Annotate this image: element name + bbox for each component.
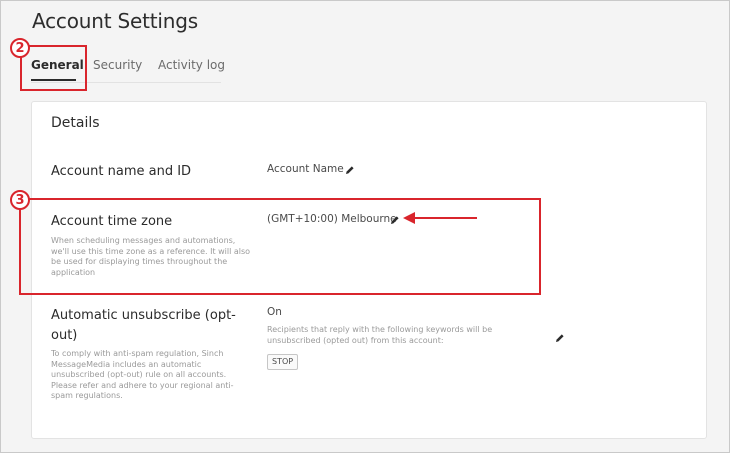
keyword-chip: STOP bbox=[267, 354, 299, 370]
unsubscribe-status: On bbox=[267, 306, 282, 318]
pencil-icon[interactable] bbox=[555, 333, 565, 343]
tab-activity-log[interactable]: Activity log bbox=[158, 58, 225, 72]
account-name-label: Account name and ID bbox=[51, 164, 192, 179]
step-badge-2: 2 bbox=[10, 38, 30, 58]
unsubscribe-description: To comply with anti-spam regulation, Sin… bbox=[51, 349, 234, 400]
account-name-value: Account Name bbox=[267, 163, 344, 175]
step-badge-3: 3 bbox=[10, 190, 30, 210]
pencil-icon[interactable] bbox=[345, 165, 355, 175]
unsubscribe-note: Recipients that reply with the following… bbox=[267, 325, 493, 345]
page-title: Account Settings bbox=[32, 9, 198, 33]
tab-security[interactable]: Security bbox=[93, 58, 142, 72]
unsubscribe-label: Automatic unsubscribe (opt-out) bbox=[51, 308, 236, 343]
annotation-box-tabs bbox=[20, 45, 87, 91]
annotation-arrow bbox=[403, 212, 477, 224]
details-heading: Details bbox=[51, 115, 100, 131]
